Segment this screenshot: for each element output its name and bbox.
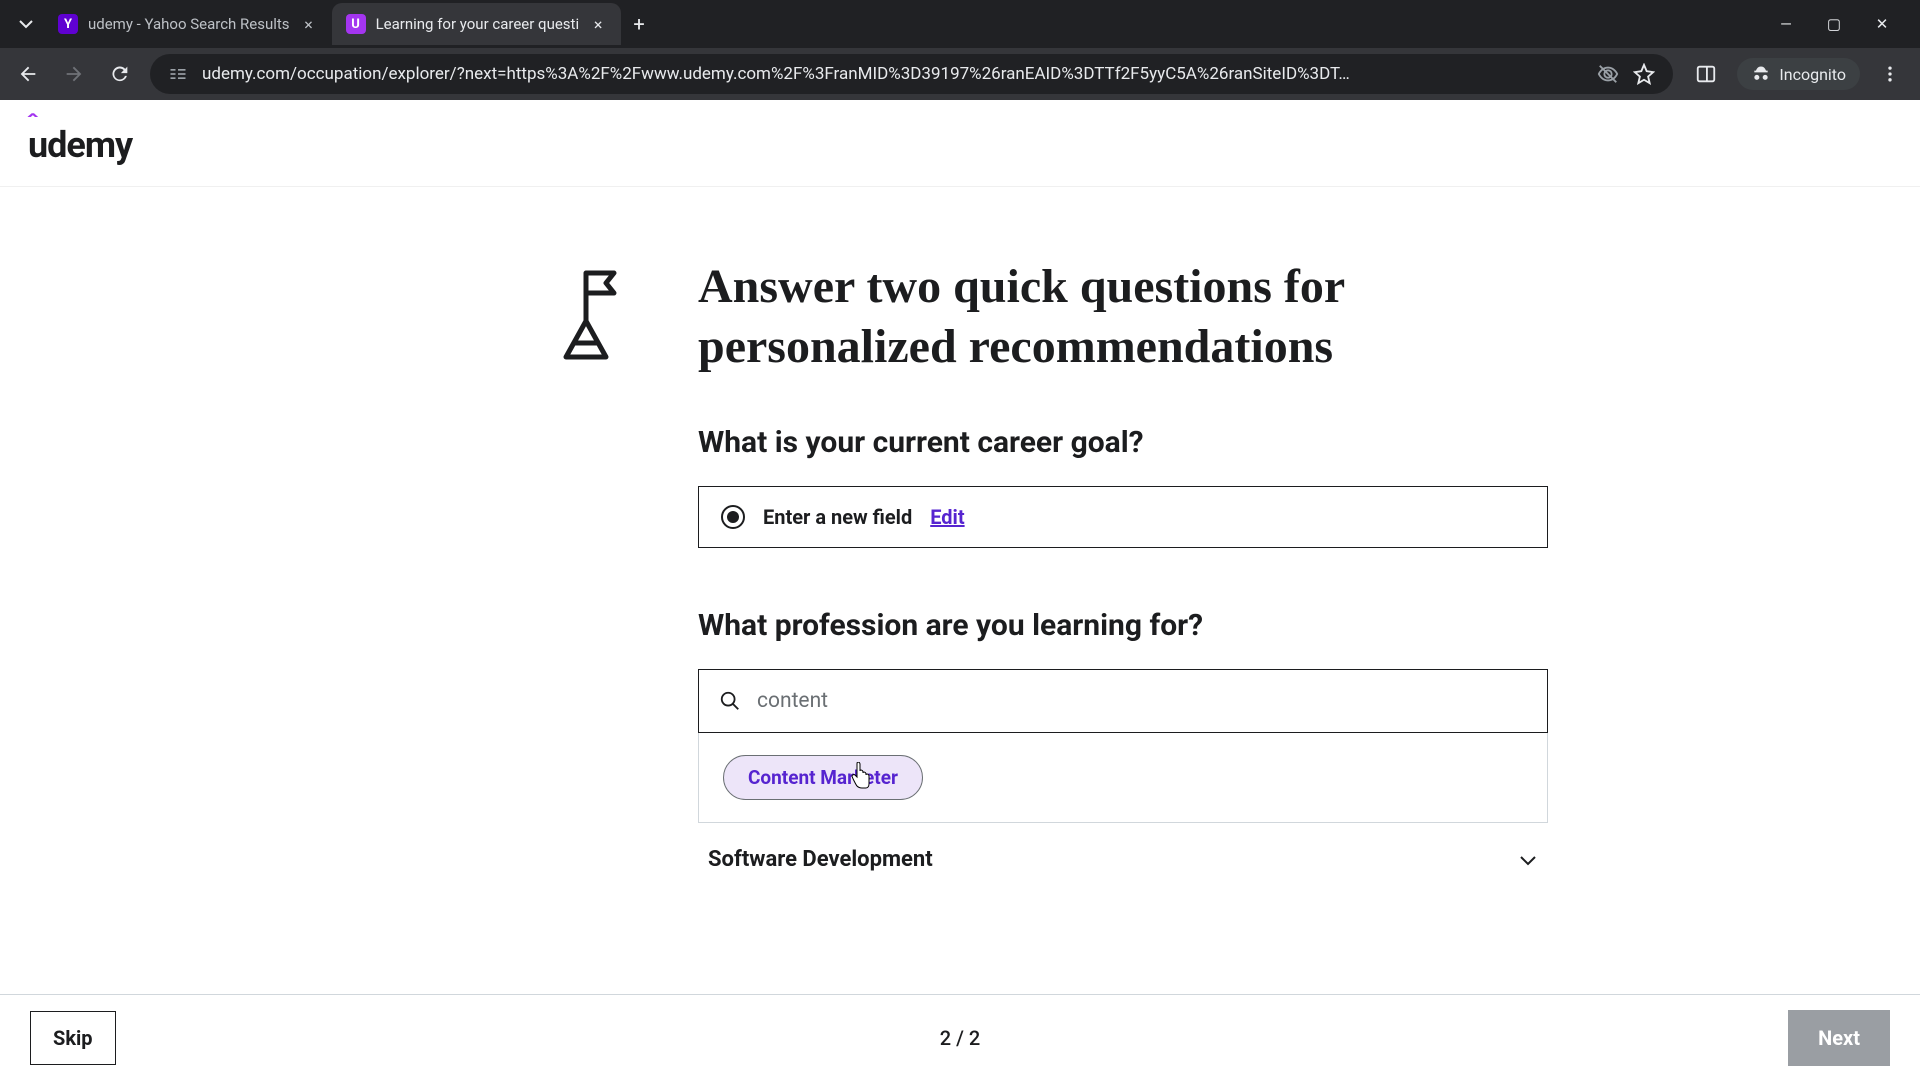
- question-profession: What profession are you learning for? Co…: [698, 608, 1410, 872]
- tab-bar: Y udemy - Yahoo Search Results × U Learn…: [0, 0, 1920, 48]
- profession-search-box[interactable]: [698, 669, 1548, 733]
- eye-off-icon[interactable]: [1597, 63, 1619, 85]
- new-tab-button[interactable]: +: [621, 6, 657, 42]
- maximize-icon[interactable]: ▢: [1824, 14, 1844, 34]
- search-icon: [719, 690, 741, 712]
- browser-chrome: Y udemy - Yahoo Search Results × U Learn…: [0, 0, 1920, 100]
- chip-label: Content Marketer: [748, 766, 898, 789]
- selected-goal-text: Enter a new field: [763, 505, 912, 529]
- goal-flag-icon: [558, 265, 648, 355]
- page-viewport: udemy Answer two quick questions for per…: [0, 100, 1920, 1080]
- main-content: Answer two quick questions for personali…: [510, 187, 1410, 872]
- page-indicator: 2 / 2: [940, 1026, 980, 1050]
- selected-goal-box: Enter a new field Edit: [698, 486, 1548, 548]
- tab-yahoo-search[interactable]: Y udemy - Yahoo Search Results ×: [44, 3, 332, 45]
- footer-bar: Skip 2 / 2 Next: [0, 994, 1920, 1080]
- category-title: Software Development: [708, 847, 933, 872]
- question-label: What profession are you learning for?: [698, 608, 1410, 643]
- kebab-menu-icon[interactable]: [1880, 64, 1900, 84]
- reload-button[interactable]: [104, 58, 136, 90]
- tab-search-dropdown[interactable]: [8, 6, 44, 42]
- question-label: What is your current career goal?: [698, 425, 1410, 460]
- tab-title: Learning for your career questi: [376, 15, 580, 33]
- minimize-icon[interactable]: ―: [1776, 14, 1796, 34]
- toolbar-right: Incognito: [1687, 58, 1908, 90]
- udemy-logo[interactable]: udemy: [28, 124, 132, 166]
- next-button[interactable]: Next: [1788, 1010, 1890, 1066]
- tab-close-icon[interactable]: ×: [300, 15, 318, 33]
- incognito-label: Incognito: [1779, 65, 1846, 84]
- close-window-icon[interactable]: ✕: [1872, 14, 1892, 34]
- chevron-down-icon: [1518, 850, 1538, 870]
- window-controls: ― ▢ ✕: [1776, 14, 1912, 34]
- site-settings-icon[interactable]: [168, 64, 188, 84]
- edit-link[interactable]: Edit: [930, 505, 964, 529]
- favicon-yahoo: Y: [58, 14, 78, 34]
- tab-udemy-active[interactable]: U Learning for your career questi ×: [332, 3, 622, 45]
- skip-button[interactable]: Skip: [30, 1011, 116, 1065]
- profession-search-input[interactable]: [757, 689, 1527, 713]
- side-panel-icon[interactable]: [1695, 63, 1717, 85]
- back-button[interactable]: [12, 58, 44, 90]
- favicon-udemy: U: [346, 14, 366, 34]
- hero: Answer two quick questions for personali…: [548, 257, 1410, 377]
- forward-button[interactable]: [58, 58, 90, 90]
- suggestion-dropdown: Content Marketer: [698, 733, 1548, 823]
- site-header: udemy: [0, 100, 1920, 187]
- tab-close-icon[interactable]: ×: [589, 15, 607, 33]
- radio-selected-icon[interactable]: [721, 505, 745, 529]
- incognito-icon: [1751, 64, 1771, 84]
- url-field[interactable]: udemy.com/occupation/explorer/?next=http…: [150, 54, 1673, 94]
- question-career-goal: What is your current career goal? Enter …: [698, 425, 1410, 548]
- url-text: udemy.com/occupation/explorer/?next=http…: [202, 64, 1583, 84]
- category-row-software-dev[interactable]: Software Development: [698, 829, 1548, 872]
- bookmark-star-icon[interactable]: [1633, 63, 1655, 85]
- incognito-indicator[interactable]: Incognito: [1737, 58, 1860, 90]
- address-bar: udemy.com/occupation/explorer/?next=http…: [0, 48, 1920, 100]
- page-title: Answer two quick questions for personali…: [698, 257, 1410, 377]
- suggestion-chip-content-marketer[interactable]: Content Marketer: [723, 755, 923, 800]
- tab-title: udemy - Yahoo Search Results: [88, 15, 290, 33]
